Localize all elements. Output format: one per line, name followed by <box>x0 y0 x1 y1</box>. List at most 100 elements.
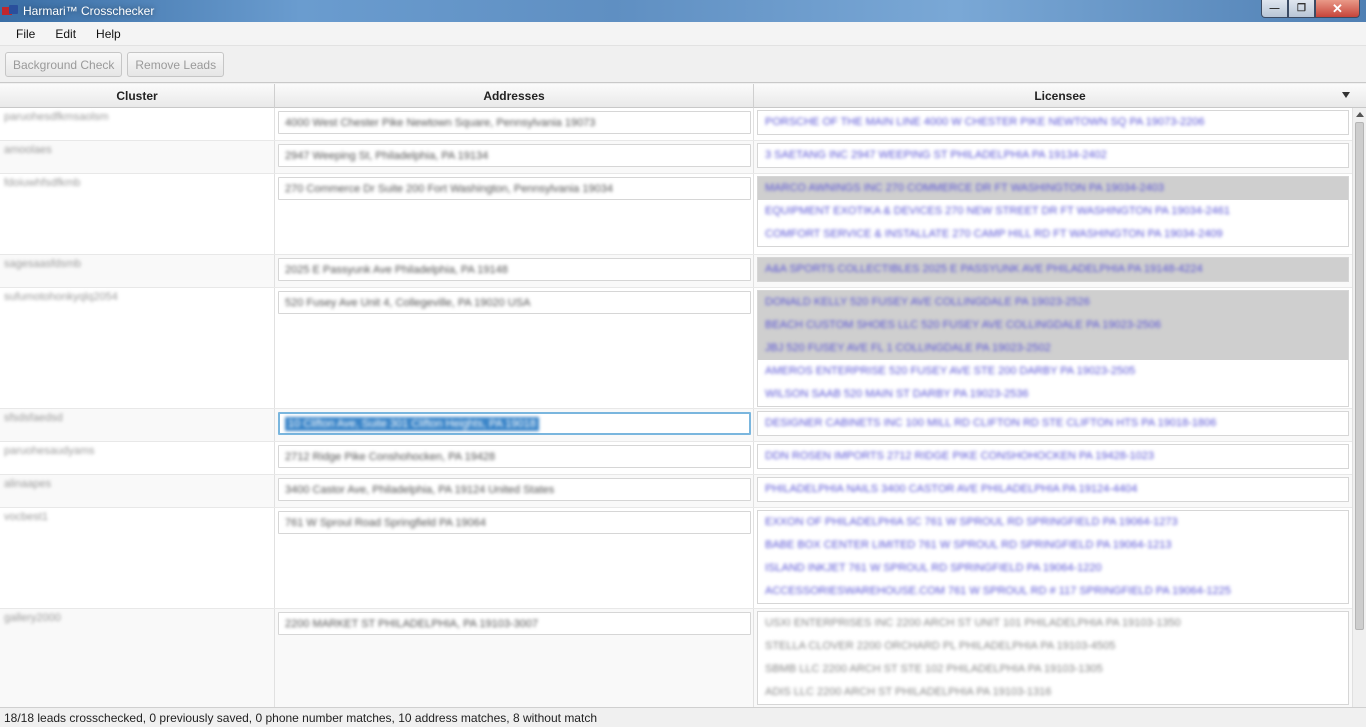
licensee-text: EQUIPMENT EXOTIKA & DEVICES 270 NEW STRE… <box>765 205 1230 217</box>
cluster-cell[interactable]: sagesaasfdsmb <box>0 255 275 287</box>
address-field[interactable]: 270 Commerce Dr Suite 200 Fort Washingto… <box>278 177 751 200</box>
licensee-list[interactable]: PHILADELPHIA NAILS 3400 CASTOR AVE PHILA… <box>757 477 1349 502</box>
licensee-item[interactable]: BABE BOX CENTER LIMITED 761 W SPROUL RD … <box>758 534 1348 557</box>
cluster-cell[interactable]: gallery2000 <box>0 609 275 707</box>
cluster-name: alinaapes <box>4 478 52 490</box>
menu-edit[interactable]: Edit <box>45 22 86 46</box>
address-field[interactable]: 2947 Weeping St, Philadelphia, PA 19134 <box>278 144 751 167</box>
licensee-list[interactable]: EXXON OF PHILADELPHIA SC 761 W SPROUL RD… <box>757 510 1349 604</box>
column-menu-icon[interactable] <box>1342 92 1350 98</box>
minimize-button[interactable]: — <box>1261 0 1288 18</box>
table-row[interactable]: fdoiuwhfsdfkmb 270 Commerce Dr Suite 200 … <box>0 174 1352 255</box>
cluster-cell[interactable]: paruohesaudyams <box>0 442 275 474</box>
address-field[interactable]: 2200 MARKET ST PHILADELPHIA, PA 19103-30… <box>278 612 751 635</box>
licensee-text: SBMB LLC 2200 ARCH ST STE 102 PHILADELPH… <box>765 663 1103 675</box>
licensee-list[interactable]: 3 SAETANG INC 2947 WEEPING ST PHILADELPH… <box>757 143 1349 168</box>
licensee-cell: PORSCHE OF THE MAIN LINE 4000 W CHESTER … <box>754 108 1352 140</box>
table-row[interactable]: sfsdsfaedsd 10 Clifton Ave, Suite 301 Cli… <box>0 409 1352 442</box>
licensee-item[interactable]: BEACH CUSTOM SHOES LLC 520 FUSEY AVE COL… <box>758 314 1348 337</box>
licensee-item[interactable]: 3 SAETANG INC 2947 WEEPING ST PHILADELPH… <box>758 144 1348 167</box>
table-row[interactable]: sagesaasfdsmb 2025 E Passyunk Ave Philade… <box>0 255 1352 288</box>
column-header-cluster[interactable]: Cluster <box>0 84 275 108</box>
licensee-item[interactable]: SBMB LLC 2200 ARCH ST STE 102 PHILADELPH… <box>758 658 1348 681</box>
address-field[interactable]: 2025 E Passyunk Ave Philadelphia, PA 191… <box>278 258 751 281</box>
licensee-item[interactable]: DESIGNER CABINETS INC 100 MILL RD CLIFTO… <box>758 412 1348 435</box>
licensee-item[interactable]: ACCESSORIESWAREHOUSE.COM 761 W SPROUL RD… <box>758 580 1348 603</box>
licensee-item[interactable]: ISLAND INKJET 761 W SPROUL RD SPRINGFIEL… <box>758 557 1348 580</box>
address-text: 270 Commerce Dr Suite 200 Fort Washingto… <box>285 183 613 195</box>
licensee-item[interactable]: AMEROS ENTERPRISE 520 FUSEY AVE STE 200 … <box>758 360 1348 383</box>
licensee-item[interactable]: ADIS LLC 2200 ARCH ST PHILADELPHIA PA 19… <box>758 681 1348 704</box>
licensee-text: EXXON OF PHILADELPHIA SC 761 W SPROUL RD… <box>765 516 1178 528</box>
scrollbar-thumb[interactable] <box>1355 122 1364 630</box>
licensee-text: 3 SAETANG INC 2947 WEEPING ST PHILADELPH… <box>765 149 1107 161</box>
address-field[interactable]: 4000 West Chester Pike Newtown Square, P… <box>278 111 751 134</box>
app-logo-icon <box>2 5 18 17</box>
address-cell: 2025 E Passyunk Ave Philadelphia, PA 191… <box>275 255 754 287</box>
licensee-cell: MARCO AWNINGS INC 270 COMMERCE DR FT WAS… <box>754 174 1352 254</box>
licensee-item[interactable]: A&A SPORTS COLLECTIBLES 2025 E PASSYUNK … <box>758 258 1348 281</box>
address-field[interactable]: 10 Clifton Ave, Suite 301 Clifton Height… <box>278 412 751 435</box>
licensee-list[interactable]: DONALD KELLY 520 FUSEY AVE COLLINGDALE P… <box>757 290 1349 407</box>
licensee-item[interactable]: PHILADELPHIA NAILS 3400 CASTOR AVE PHILA… <box>758 478 1348 501</box>
licensee-list[interactable]: PORSCHE OF THE MAIN LINE 4000 W CHESTER … <box>757 110 1349 135</box>
cluster-name: sufumotohonkyqlq2054 <box>4 291 118 303</box>
licensee-item[interactable]: EXXON OF PHILADELPHIA SC 761 W SPROUL RD… <box>758 511 1348 534</box>
address-cell: 10 Clifton Ave, Suite 301 Clifton Height… <box>275 409 754 441</box>
table-row[interactable]: paruohesaudyams 2712 Ridge Pike Conshohoc… <box>0 442 1352 475</box>
address-field[interactable]: 2712 Ridge Pike Conshohocken, PA 19428 <box>278 445 751 468</box>
address-text: 520 Fusey Ave Unit 4, Collegeville, PA 1… <box>285 297 531 309</box>
cluster-cell[interactable]: sfsdsfaedsd <box>0 409 275 441</box>
licensee-list[interactable]: DESIGNER CABINETS INC 100 MILL RD CLIFTO… <box>757 411 1349 436</box>
licensee-item[interactable]: DDN ROSEN IMPORTS 2712 RIDGE PIKE CONSHO… <box>758 445 1348 468</box>
licensee-cell: A&A SPORTS COLLECTIBLES 2025 E PASSYUNK … <box>754 255 1352 287</box>
cluster-cell[interactable]: alinaapes <box>0 475 275 507</box>
licensee-item[interactable]: USXI ENTERPRISES INC 2200 ARCH ST UNIT 1… <box>758 612 1348 635</box>
remove-leads-button[interactable]: Remove Leads <box>127 52 225 77</box>
cluster-cell[interactable]: vocbest1 <box>0 508 275 608</box>
menu-file[interactable]: File <box>6 22 45 46</box>
maximize-button[interactable]: ❐ <box>1288 0 1315 18</box>
cluster-cell[interactable]: sufumotohonkyqlq2054 <box>0 288 275 408</box>
table-row[interactable]: sufumotohonkyqlq2054 520 Fusey Ave Unit 4… <box>0 288 1352 409</box>
licensee-text: PHILADELPHIA NAILS 3400 CASTOR AVE PHILA… <box>765 483 1138 495</box>
address-field[interactable]: 761 W Sproul Road Springfield PA 19064 <box>278 511 751 534</box>
licensee-cell: 3 SAETANG INC 2947 WEEPING ST PHILADELPH… <box>754 141 1352 173</box>
column-header-licensee-label: Licensee <box>1034 89 1086 103</box>
vertical-scrollbar[interactable] <box>1352 108 1366 707</box>
licensee-list[interactable]: MARCO AWNINGS INC 270 COMMERCE DR FT WAS… <box>757 176 1349 247</box>
licensee-list[interactable]: A&A SPORTS COLLECTIBLES 2025 E PASSYUNK … <box>757 257 1349 282</box>
status-bar: 18/18 leads crosschecked, 0 previously s… <box>0 707 1366 727</box>
close-button[interactable]: ✕ <box>1315 0 1360 18</box>
cluster-name: sagesaasfdsmb <box>4 258 82 270</box>
licensee-list[interactable]: USXI ENTERPRISES INC 2200 ARCH ST UNIT 1… <box>757 611 1349 705</box>
address-field[interactable]: 3400 Castor Ave, Philadelphia, PA 19124 … <box>278 478 751 501</box>
address-text: 3400 Castor Ave, Philadelphia, PA 19124 … <box>285 484 555 496</box>
cluster-cell[interactable]: paruohesdfkmsaolsm <box>0 108 275 140</box>
address-text: 761 W Sproul Road Springfield PA 19064 <box>285 517 486 529</box>
address-field[interactable]: 520 Fusey Ave Unit 4, Collegeville, PA 1… <box>278 291 751 314</box>
scroll-up-icon[interactable] <box>1356 112 1364 117</box>
cluster-cell[interactable]: amoolaes <box>0 141 275 173</box>
column-header-addresses[interactable]: Addresses <box>275 84 754 108</box>
address-cell: 2712 Ridge Pike Conshohocken, PA 19428 <box>275 442 754 474</box>
licensee-item[interactable]: DONALD KELLY 520 FUSEY AVE COLLINGDALE P… <box>758 291 1348 314</box>
table-row[interactable]: gallery2000 2200 MARKET ST PHILADELPHIA, … <box>0 609 1352 707</box>
table-row[interactable]: paruohesdfkmsaolsm 4000 West Chester Pike… <box>0 108 1352 141</box>
table-row[interactable]: alinaapes 3400 Castor Ave, Philadelphia, … <box>0 475 1352 508</box>
licensee-list[interactable]: DDN ROSEN IMPORTS 2712 RIDGE PIKE CONSHO… <box>757 444 1349 469</box>
licensee-item[interactable]: JBJ 520 FUSEY AVE FL 1 COLLINGDALE PA 19… <box>758 337 1348 360</box>
licensee-item[interactable]: MARCO AWNINGS INC 270 COMMERCE DR FT WAS… <box>758 177 1348 200</box>
licensee-item[interactable]: WILSON SAAB 520 MAIN ST DARBY PA 19023-2… <box>758 383 1348 406</box>
licensee-item[interactable]: COMFORT SERVICE & INSTALLATE 270 CAMP HI… <box>758 223 1348 246</box>
licensee-item[interactable]: PORSCHE OF THE MAIN LINE 4000 W CHESTER … <box>758 111 1348 134</box>
licensee-item[interactable]: STELLA CLOVER 2200 ORCHARD PL PHILADELPH… <box>758 635 1348 658</box>
menu-help[interactable]: Help <box>86 22 131 46</box>
licensee-item[interactable]: EQUIPMENT EXOTIKA & DEVICES 270 NEW STRE… <box>758 200 1348 223</box>
column-header-licensee[interactable]: Licensee <box>754 84 1366 108</box>
table-row[interactable]: vocbest1 761 W Sproul Road Springfield PA… <box>0 508 1352 609</box>
table-row[interactable]: amoolaes 2947 Weeping St, Philadelphia, P… <box>0 141 1352 174</box>
cluster-name: sfsdsfaedsd <box>4 412 63 424</box>
cluster-cell[interactable]: fdoiuwhfsdfkmb <box>0 174 275 254</box>
background-check-button[interactable]: Background Check <box>5 52 123 77</box>
